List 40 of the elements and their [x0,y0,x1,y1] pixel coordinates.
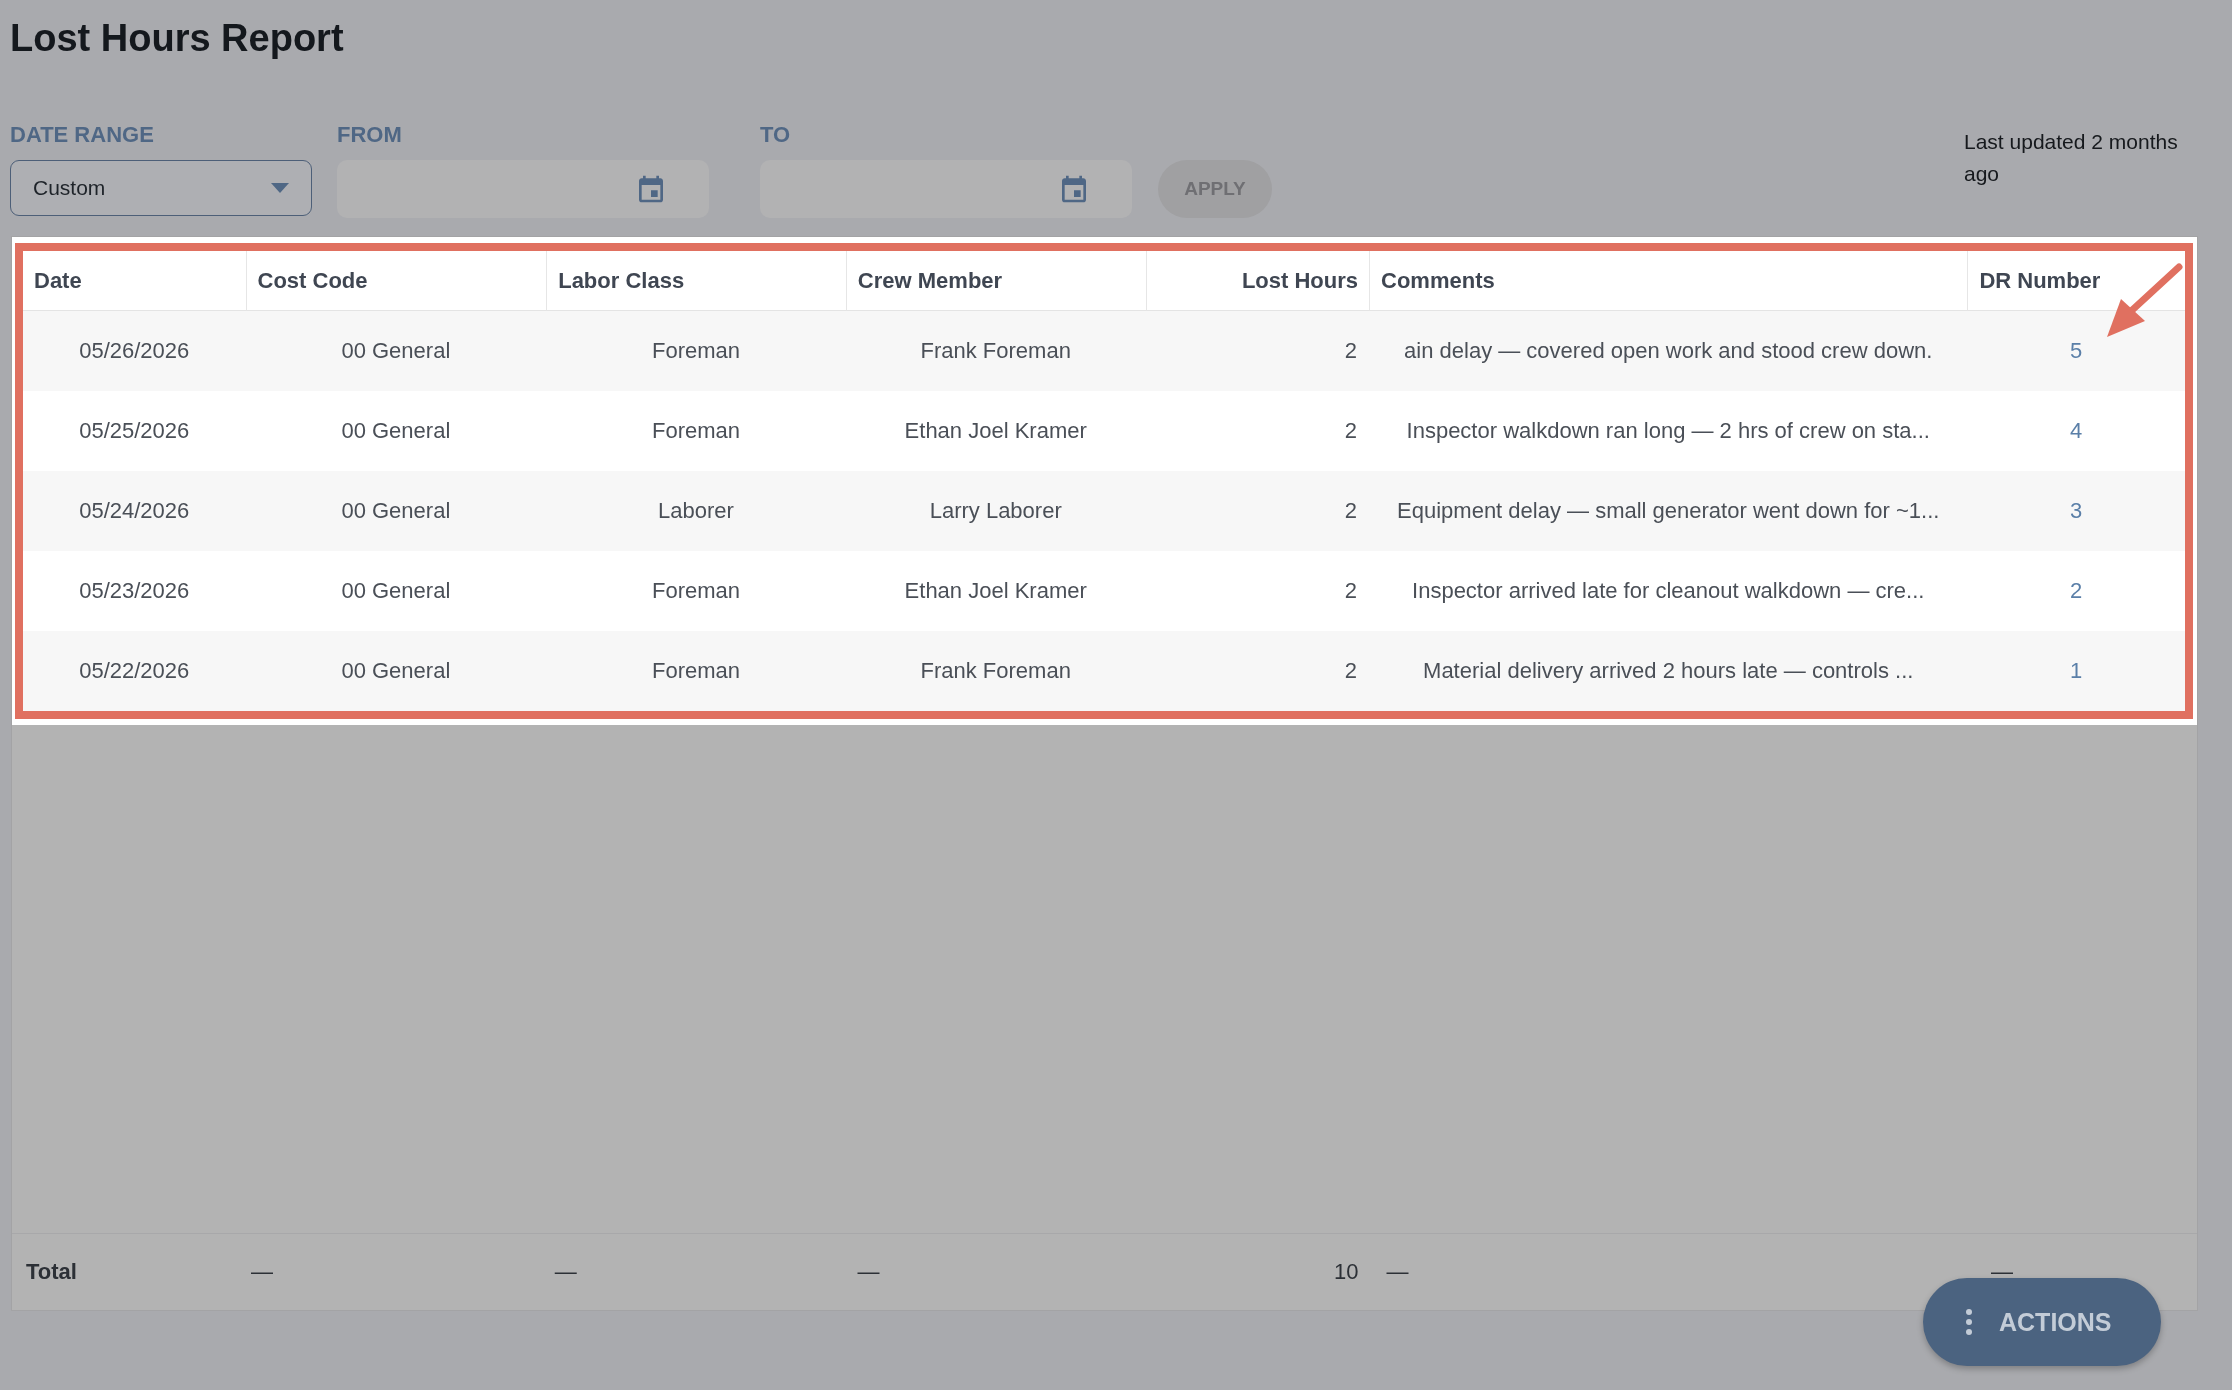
table-cell: 2 [1145,631,1370,711]
total-value: — [553,1259,578,1285]
dr-number-link[interactable]: 2 [2070,578,2083,604]
table-cell: 05/24/2026 [23,471,246,551]
to-date-field[interactable] [760,160,1132,218]
table-cell: 05/22/2026 [23,631,246,711]
table-cell: 2 [1145,311,1370,391]
table-cell: ain delay — covered open work and stood crew down. [1369,311,1968,391]
caret-icon [271,183,289,193]
to-label: TO [760,122,792,148]
table-cell: Material delivery arrived 2 hours late — controls ... [1369,631,1968,711]
dr-number-link[interactable]: 4 [2070,418,2083,444]
actions-button[interactable]: ACTIONS [1923,1278,2161,1366]
date-range-label: DATE RANGE [10,122,155,148]
total-value: — [249,1259,274,1285]
dr-number-link[interactable]: 3 [2070,498,2083,524]
date-range-dropdown[interactable]: Custom [10,160,312,216]
table-cell: 00 General [245,471,547,551]
table-cell: Equipment delay — small generator went down for ~1... [1369,471,1968,551]
last-updated-text: Last updated 2 months ago [1964,129,2179,187]
total-value: — [1385,1259,1410,1285]
table-cell: 00 General [245,311,547,391]
dr-number-link[interactable]: 5 [2070,338,2083,364]
table-cell: Laborer [546,471,846,551]
dr-number-link[interactable]: 1 [2070,658,2083,684]
total-value: — [856,1259,881,1285]
more-icon [1965,1309,1973,1335]
table-cell: Foreman [546,311,846,391]
table-cell: 05/26/2026 [23,311,246,391]
table-cell: 00 General [245,631,547,711]
from-label: FROM [337,122,403,148]
table-cell: Frank Foreman [845,631,1146,711]
from-date-field[interactable] [337,160,709,218]
table-cell: Larry Laborer [845,471,1146,551]
table-cell: Frank Foreman [845,311,1146,391]
total-value: 10 [1332,1259,1360,1285]
table-cell: 2 [1145,471,1370,551]
page-title: Lost Hours Report [10,16,345,61]
total-label: Total [25,1259,78,1285]
table-cell: Foreman [546,631,846,711]
